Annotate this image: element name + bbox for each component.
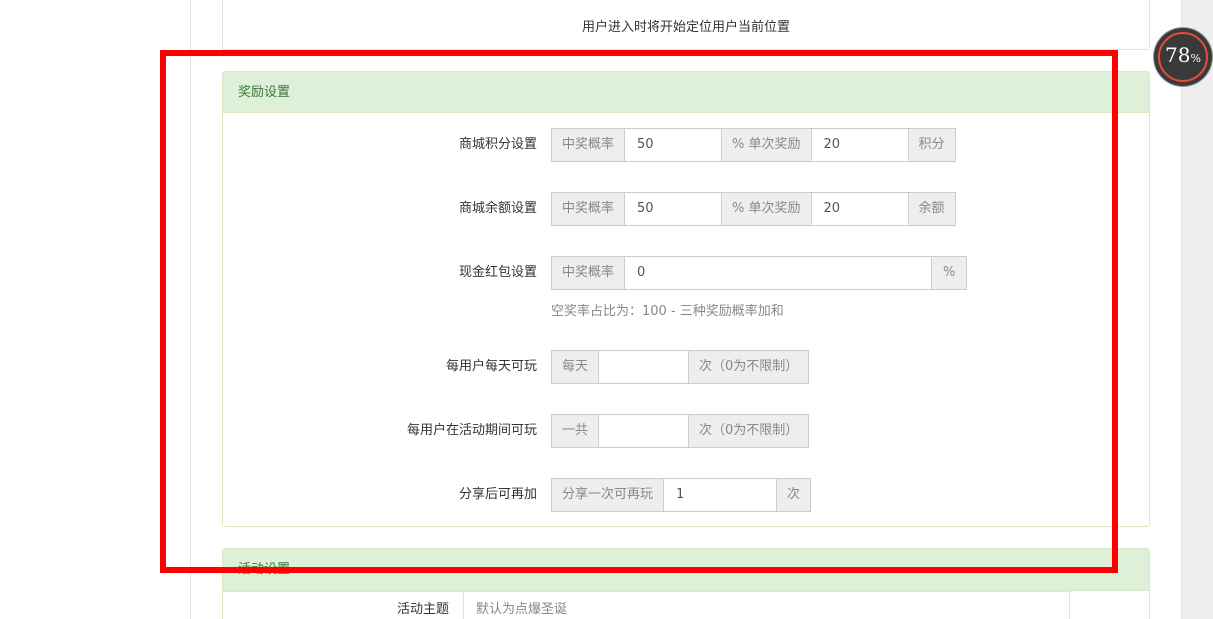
cash-redpacket-probability-input[interactable]: 0 — [624, 256, 933, 290]
total-plays-input-group: 一共 次（0为不限制） — [551, 414, 810, 448]
daily-plays-row: 每用户每天可玩 每天 次（0为不限制） — [223, 350, 1151, 384]
points-unit-addon: 积分 — [907, 128, 956, 162]
balance-unit-addon: 余额 — [907, 192, 956, 226]
daily-plays-label: 每用户每天可玩 — [445, 359, 537, 374]
mall-points-amount-input[interactable]: 20 — [810, 128, 909, 162]
mall-balance-amount-input[interactable]: 20 — [810, 192, 909, 226]
left-gutter — [0, 0, 191, 619]
mall-points-probability-input[interactable]: 50 — [624, 128, 723, 162]
progress-bubble[interactable]: 78% — [1154, 28, 1212, 86]
total-plays-label: 每用户在活动期间可玩 — [406, 423, 537, 438]
share-once-addon: 分享一次可再玩 — [551, 478, 665, 512]
times-unlimited-addon: 次（0为不限制） — [688, 414, 810, 448]
progress-number: 78 — [1165, 43, 1191, 67]
cash-redpacket-label: 现金红包设置 — [458, 265, 537, 280]
activity-theme-row: 活动主题 默认为点爆圣诞 — [223, 591, 1071, 619]
activity-settings-panel: 活动设置 活动主题 默认为点爆圣诞 — [222, 548, 1150, 619]
cash-redpacket-row: 现金红包设置 中奖概率 0 % 空奖率占比为：100 - 三种奖励概率加和 — [223, 256, 1151, 326]
single-reward-addon: % 单次奖励 — [721, 192, 812, 226]
mall-points-input-group: 中奖概率 50 % 单次奖励 20 积分 — [551, 128, 956, 162]
times-unlimited-addon: 次（0为不限制） — [688, 350, 810, 384]
progress-value: 78% — [1154, 43, 1212, 67]
scrollbar-track[interactable] — [1181, 0, 1213, 619]
share-bonus-label: 分享后可再加 — [458, 487, 537, 502]
total-plays-row: 每用户在活动期间可玩 一共 次（0为不限制） — [223, 414, 1151, 448]
progress-unit: % — [1190, 52, 1201, 65]
empty-rate-hint: 空奖率占比为：100 - 三种奖励概率加和 — [551, 304, 784, 319]
location-panel: 用户进入时将开始定位用户当前位置 — [222, 0, 1150, 50]
mall-balance-probability-input[interactable]: 50 — [624, 192, 723, 226]
mall-balance-label: 商城余额设置 — [458, 201, 537, 216]
win-probability-addon: 中奖概率 — [551, 128, 626, 162]
win-probability-addon: 中奖概率 — [551, 192, 626, 226]
share-bonus-input[interactable]: 1 — [663, 478, 778, 512]
daily-plays-input-group: 每天 次（0为不限制） — [551, 350, 810, 384]
share-bonus-row: 分享后可再加 分享一次可再玩 1 次 — [223, 478, 1151, 512]
total-plays-input[interactable] — [598, 414, 690, 448]
total-addon: 一共 — [551, 414, 600, 448]
daily-plays-input[interactable] — [598, 350, 690, 384]
location-note: 用户进入时将开始定位用户当前位置 — [581, 20, 790, 35]
activity-theme-input[interactable]: 默认为点爆圣诞 — [463, 592, 1070, 619]
times-addon: 次 — [776, 478, 812, 512]
reward-panel-title: 奖励设置 — [223, 72, 1149, 113]
per-day-addon: 每天 — [551, 350, 600, 384]
activity-theme-label: 活动主题 — [396, 602, 449, 617]
mall-balance-row: 商城余额设置 中奖概率 50 % 单次奖励 20 余额 — [223, 192, 1151, 226]
cash-redpacket-input-group: 中奖概率 0 % — [551, 256, 968, 290]
activity-panel-title: 活动设置 — [223, 549, 1149, 591]
share-bonus-input-group: 分享一次可再玩 1 次 — [551, 478, 812, 512]
mall-points-label: 商城积分设置 — [458, 137, 537, 152]
mall-balance-input-group: 中奖概率 50 % 单次奖励 20 余额 — [551, 192, 956, 226]
percent-addon: % — [931, 256, 968, 290]
single-reward-addon: % 单次奖励 — [721, 128, 812, 162]
win-probability-addon: 中奖概率 — [551, 256, 626, 290]
mall-points-row: 商城积分设置 中奖概率 50 % 单次奖励 20 积分 — [223, 128, 1151, 162]
reward-settings-panel: 奖励设置 商城积分设置 中奖概率 50 % 单次奖励 20 积分 商城余额设置 … — [222, 71, 1150, 527]
